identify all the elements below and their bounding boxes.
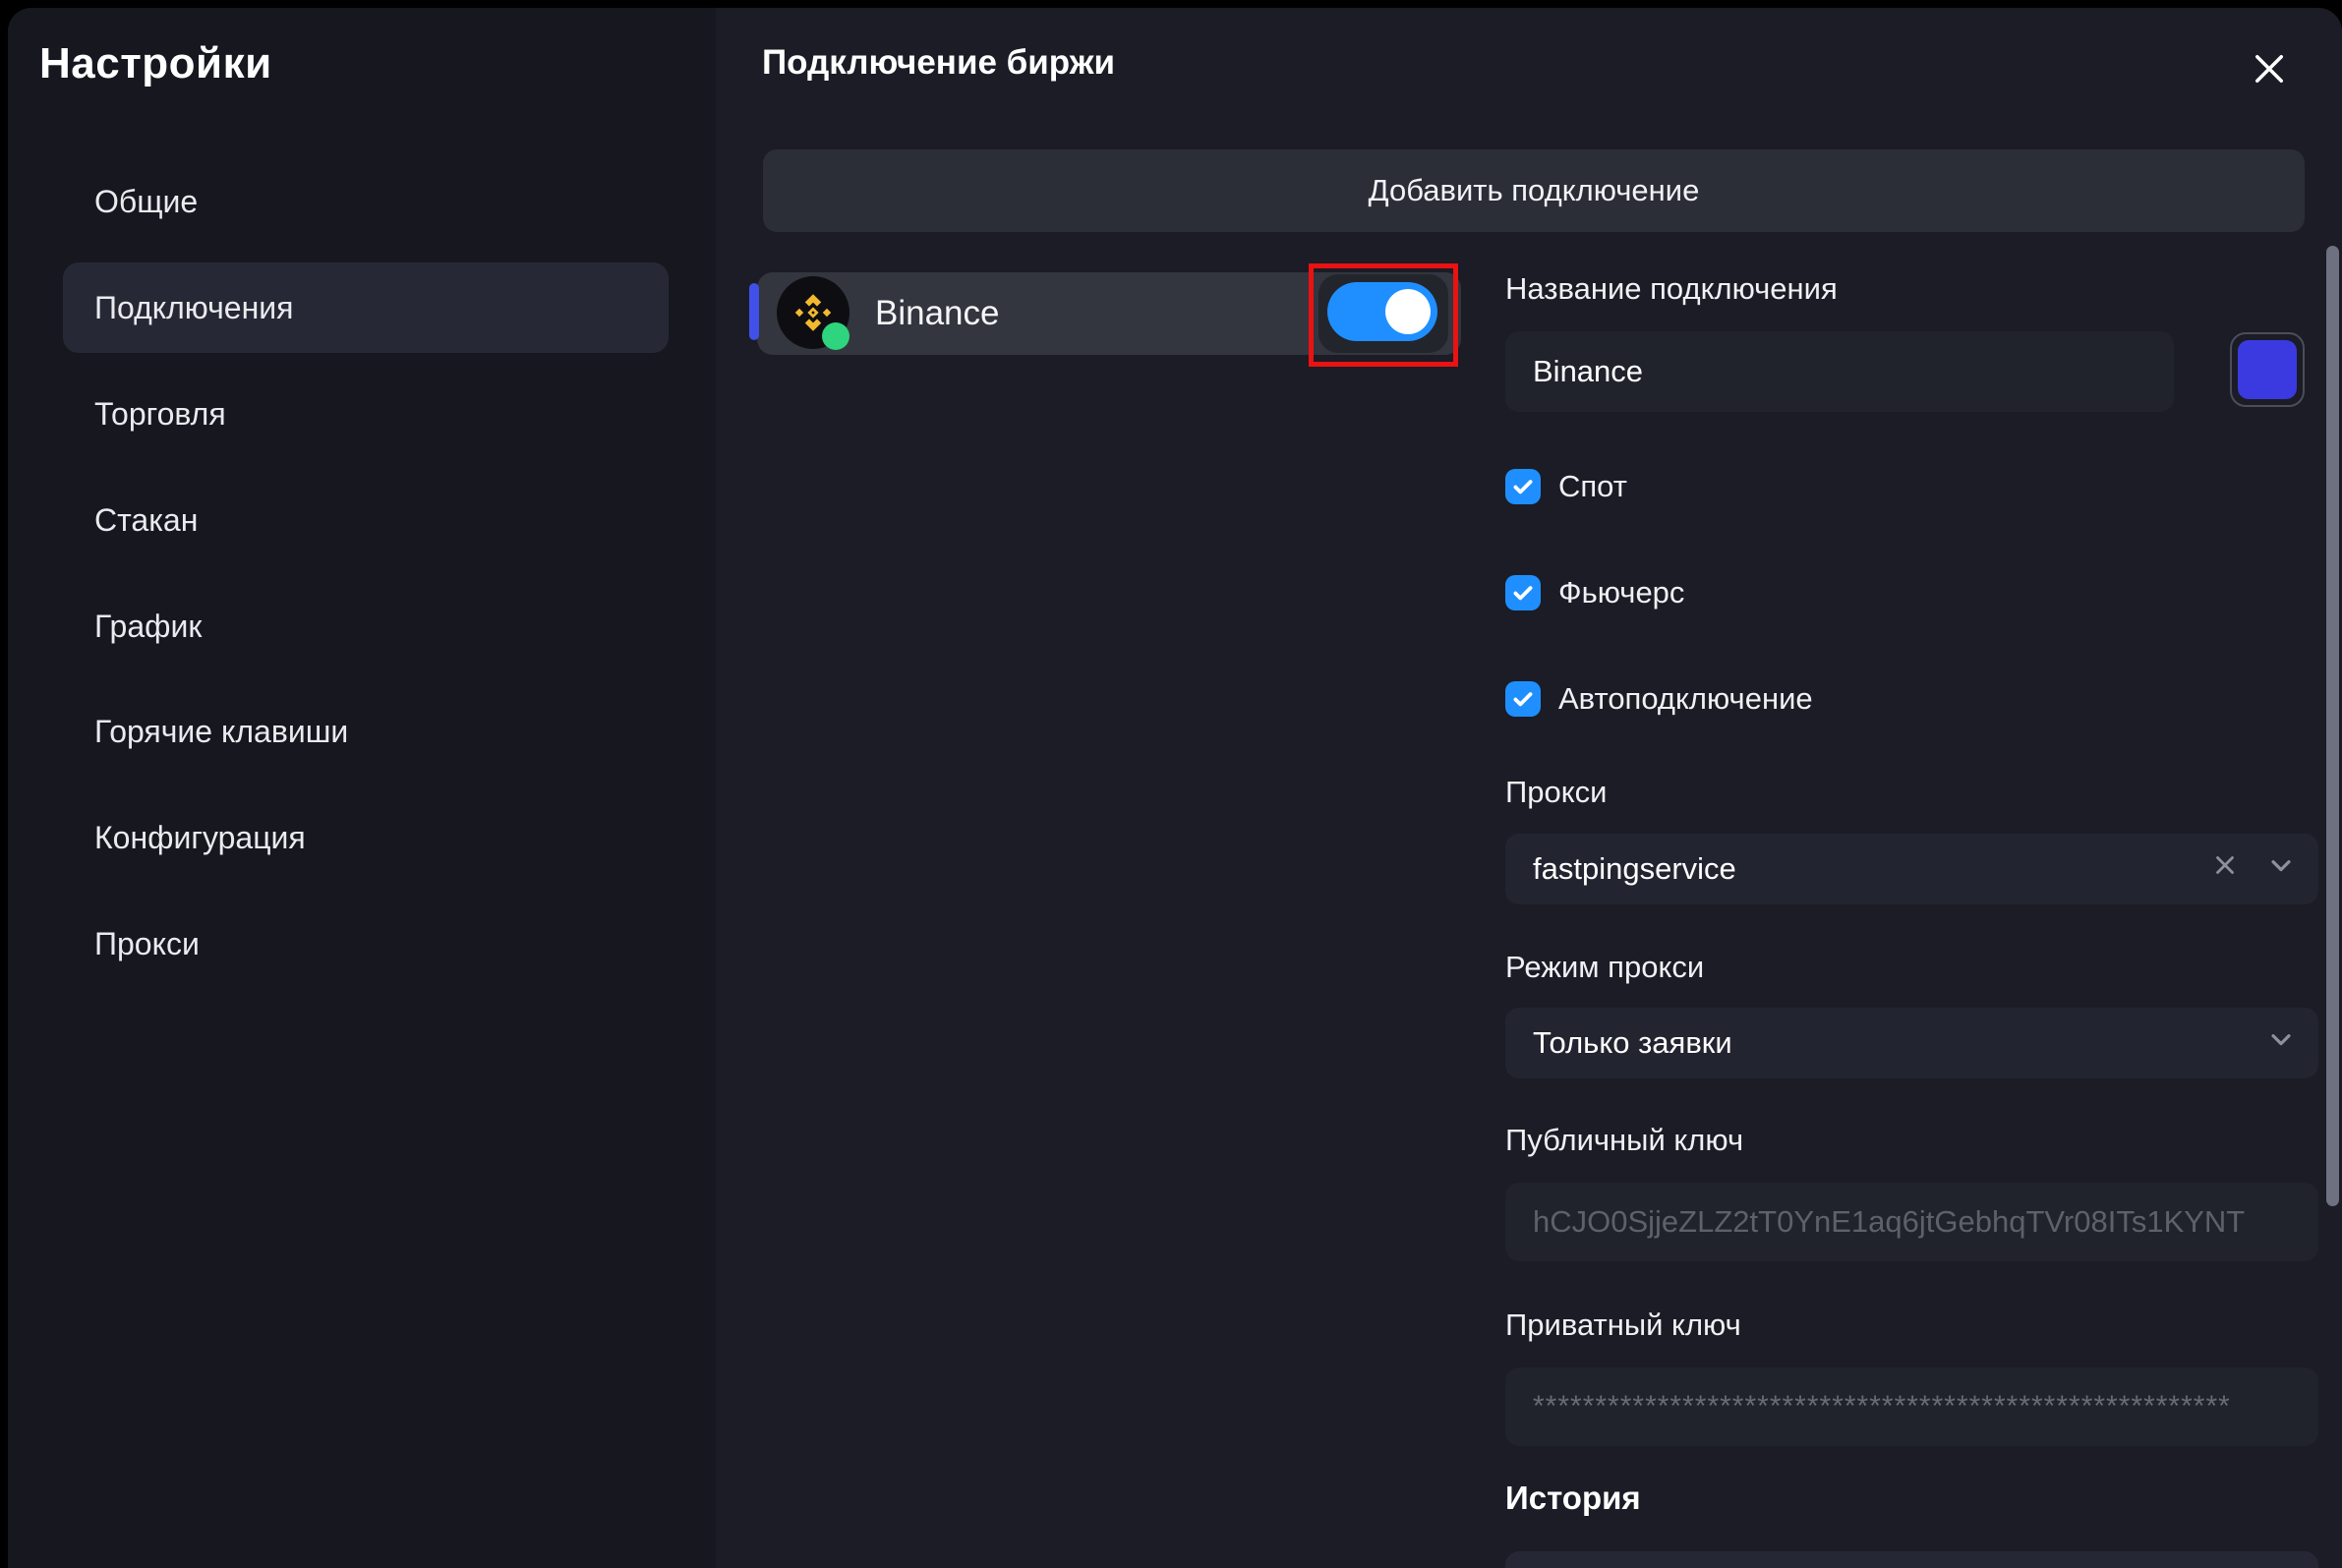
scrollbar-thumb[interactable] — [2326, 246, 2339, 1206]
checkbox-spot[interactable]: Спот — [1505, 465, 1627, 508]
settings-window: Настройки Общие Подключения Торговля Ста… — [0, 0, 2342, 1568]
private-key-input[interactable] — [1505, 1367, 2318, 1446]
sidebar-item-proxies[interactable]: Прокси — [94, 922, 200, 965]
sidebar-item-trading[interactable]: Торговля — [94, 392, 226, 436]
history-row[interactable]: 11:47:49 Н — [1505, 1551, 2318, 1568]
proxy-select[interactable]: fastpingservice — [1505, 834, 2318, 904]
proxy-label: Прокси — [1505, 775, 1608, 810]
checkbox-spot-label: Спот — [1558, 469, 1627, 504]
sidebar-item-configuration[interactable]: Конфигурация — [94, 816, 306, 859]
status-dot — [822, 322, 849, 350]
sidebar-item-orderbook[interactable]: Стакан — [94, 498, 198, 542]
sidebar-item-connections[interactable]: Подключения — [94, 286, 293, 329]
sidebar-item-chart[interactable]: График — [94, 605, 202, 648]
chevron-down-icon — [2265, 1023, 2297, 1063]
name-input[interactable] — [1505, 331, 2174, 412]
chevron-down-icon — [2265, 849, 2297, 889]
name-label: Название подключения — [1505, 271, 1838, 307]
checkbox-futures[interactable]: Фьючерс — [1505, 571, 1684, 614]
checkbox-autoconnect-label: Автоподключение — [1558, 681, 1813, 717]
checkbox-check-icon — [1505, 469, 1541, 504]
public-key-label: Публичный ключ — [1505, 1123, 1743, 1158]
add-connection-button[interactable]: Добавить подключение — [763, 149, 2305, 232]
checkbox-check-icon — [1505, 681, 1541, 717]
panel-title: Подключение биржи — [762, 43, 1115, 83]
checkbox-check-icon — [1505, 575, 1541, 610]
connection-name: Binance — [875, 272, 999, 355]
page-title: Настройки — [39, 39, 272, 88]
proxy-mode-label: Режим прокси — [1505, 950, 1704, 985]
checkbox-futures-label: Фьючерс — [1558, 575, 1684, 610]
close-icon — [2249, 48, 2290, 94]
clear-x-icon[interactable] — [2210, 850, 2240, 888]
checkbox-autoconnect[interactable]: Автоподключение — [1505, 677, 1813, 721]
public-key-input[interactable] — [1505, 1183, 2318, 1261]
sidebar — [8, 8, 716, 1568]
proxy-select-value: fastpingservice — [1533, 851, 1736, 887]
private-key-label: Приватный ключ — [1505, 1307, 1741, 1343]
proxy-mode-select[interactable]: Только заявки — [1505, 1008, 2318, 1078]
annotation-highlight — [1309, 263, 1458, 367]
connection-accent-bar — [749, 283, 759, 340]
color-swatch-fill — [2238, 340, 2297, 399]
proxy-mode-select-value: Только заявки — [1533, 1025, 1732, 1061]
color-swatch-button[interactable] — [2230, 332, 2305, 407]
sidebar-item-general[interactable]: Общие — [94, 180, 198, 223]
close-button[interactable] — [2242, 43, 2297, 98]
sidebar-item-hotkeys[interactable]: Горячие клавиши — [94, 710, 348, 753]
history-heading: История — [1505, 1480, 1641, 1517]
